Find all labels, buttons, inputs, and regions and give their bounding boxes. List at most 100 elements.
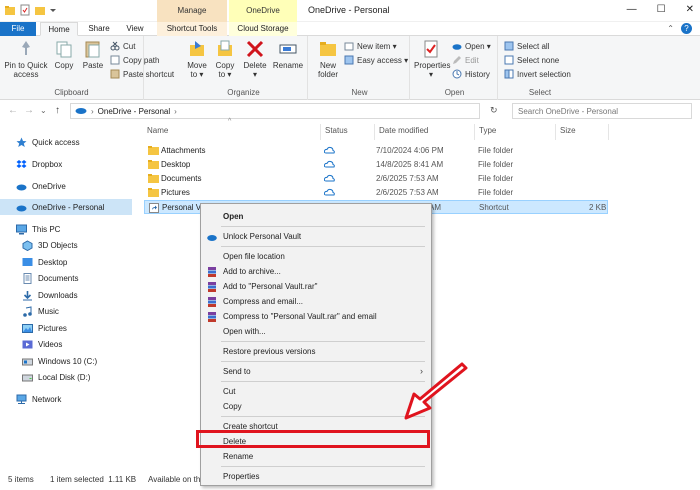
forward-button[interactable]: → [24, 105, 34, 116]
history-ribbon-button[interactable]: History [452, 69, 490, 79]
column-divider[interactable] [608, 124, 609, 140]
qat-dropdown-icon[interactable] [49, 4, 57, 16]
file-row[interactable]: Pictures 2/6/2025 7:53 AM File folder [144, 186, 608, 200]
minimize-button[interactable]: — [627, 4, 637, 15]
tab-file[interactable]: File [0, 22, 36, 36]
menu-item-compress-email[interactable]: Compress and email... [201, 294, 431, 309]
sidebar-item-drive-d[interactable]: Local Disk (D:) [0, 369, 132, 385]
sidebar-item-drive-c[interactable]: Windows 10 (C:) [0, 353, 132, 369]
properties-ribbon-button[interactable]: Properties ▾ [414, 39, 450, 79]
rename-button[interactable]: Rename [272, 39, 304, 70]
file-row[interactable]: Desktop 14/8/2025 8:41 AM File folder [144, 158, 608, 172]
sidebar-item-downloads[interactable]: Downloads [0, 287, 132, 303]
sidebar-item-documents[interactable]: Documents [0, 270, 132, 286]
tab-home[interactable]: Home [40, 22, 78, 36]
select-all-icon [504, 41, 514, 51]
column-divider[interactable] [374, 124, 375, 140]
sidebar-item-videos[interactable]: Videos [0, 336, 132, 352]
new-folder-quick-icon[interactable] [34, 4, 46, 16]
tab-view[interactable]: View [118, 22, 152, 36]
open-ribbon-button[interactable]: Open ▾ [452, 41, 491, 51]
properties-quick-icon[interactable] [19, 4, 31, 16]
sidebar-item-music[interactable]: Music [0, 303, 132, 319]
menu-item-properties[interactable]: Properties [201, 469, 431, 484]
new-item-button[interactable]: New item ▾ [344, 41, 397, 51]
menu-label: Copy [223, 402, 242, 411]
close-button[interactable]: ✕ [686, 4, 694, 15]
menu-item-compress-rar-email[interactable]: Compress to "Personal Vault.rar" and ema… [201, 309, 431, 324]
help-icon[interactable]: ? [681, 23, 692, 34]
sidebar-item-this-pc[interactable]: This PC [0, 221, 132, 237]
new-folder-button[interactable]: New folder [314, 39, 342, 79]
column-header-size[interactable]: Size [560, 126, 576, 135]
menu-item-add-to-archive[interactable]: Add to archive... [201, 264, 431, 279]
menu-item-open[interactable]: Open [201, 209, 431, 224]
invert-selection-button[interactable]: Invert selection [504, 69, 571, 79]
column-header-name[interactable]: Name [147, 126, 168, 135]
collapse-ribbon-icon[interactable]: ⌃ [667, 24, 674, 33]
menu-separator [221, 341, 425, 342]
copy-to-button[interactable]: Copy to ▾ [212, 39, 238, 79]
file-row[interactable]: Documents 2/6/2025 7:53 AM File folder [144, 172, 608, 186]
copy-path-button[interactable]: Copy path [110, 55, 159, 65]
menu-item-restore-versions[interactable]: Restore previous versions [201, 344, 431, 359]
menu-item-unlock-vault[interactable]: Unlock Personal Vault [201, 229, 431, 244]
open-group: Properties ▾ Open ▾ Edit History Open [412, 36, 498, 100]
sidebar-item-quick-access[interactable]: Quick access [0, 134, 132, 150]
move-to-button[interactable]: Move to ▾ [184, 39, 210, 79]
maximize-button[interactable]: ☐ [657, 4, 666, 15]
paste-shortcut-button[interactable]: Paste shortcut [110, 69, 174, 79]
availability-status: Available on thi [148, 475, 203, 484]
menu-item-rename[interactable]: Rename [201, 449, 431, 464]
column-divider[interactable] [474, 124, 475, 140]
column-divider[interactable] [555, 124, 556, 140]
easy-access-button[interactable]: Easy access ▾ [344, 55, 408, 65]
sidebar-item-network[interactable]: Network [0, 391, 132, 407]
sidebar-item-onedrive-personal[interactable]: OneDrive - Personal [0, 199, 132, 215]
column-header-status[interactable]: Status [325, 126, 348, 135]
menu-item-open-file-location[interactable]: Open file location [201, 249, 431, 264]
column-header-type[interactable]: Type [479, 126, 496, 135]
column-divider[interactable] [320, 124, 321, 140]
menu-item-open-with[interactable]: Open with... [201, 324, 431, 339]
menu-item-add-to-rar[interactable]: Add to "Personal Vault.rar" [201, 279, 431, 294]
file-row[interactable]: Attachments 7/10/2024 4:06 PM File folde… [144, 144, 608, 158]
cut-button[interactable]: Cut [110, 41, 135, 51]
copy-button[interactable]: Copy [50, 39, 78, 70]
menu-item-copy[interactable]: Copy [201, 399, 431, 414]
computer-icon [16, 224, 27, 235]
tab-cloud-storage[interactable]: Cloud Storage [229, 22, 297, 36]
select-all-button[interactable]: Select all [504, 41, 549, 51]
paste-icon [85, 41, 100, 58]
file-type: File folder [478, 174, 514, 183]
up-button[interactable]: ↑ [55, 105, 60, 116]
onedrive-personal-icon [16, 202, 27, 213]
back-button[interactable]: ← [8, 105, 18, 116]
address-box[interactable]: › OneDrive - Personal › [70, 103, 480, 119]
sidebar-item-dropbox[interactable]: Dropbox [0, 156, 132, 172]
paste-button[interactable]: Paste [80, 39, 106, 70]
pin-quick-access-button[interactable]: Pin to Quick access [4, 39, 48, 79]
menu-item-cut[interactable]: Cut [201, 384, 431, 399]
cloud-status-icon [323, 146, 335, 156]
menu-item-send-to[interactable]: Send to › [201, 364, 431, 379]
recent-locations-button[interactable]: ⌄ [40, 106, 47, 115]
sidebar-item-3d-objects[interactable]: 3D Objects [0, 237, 132, 253]
column-header-date[interactable]: Date modified [379, 126, 428, 135]
refresh-button[interactable]: ↻ [490, 105, 498, 116]
breadcrumb-separator-end: › [174, 106, 177, 116]
search-input[interactable]: Search OneDrive - Personal [512, 103, 692, 119]
onedrive-context-header: OneDrive [229, 0, 297, 22]
tab-share[interactable]: Share [82, 22, 116, 36]
sidebar-item-onedrive[interactable]: OneDrive [0, 178, 132, 194]
sidebar-item-desktop[interactable]: Desktop [0, 254, 132, 270]
tab-shortcut-tools[interactable]: Shortcut Tools [157, 22, 227, 36]
copy-path-icon [110, 55, 120, 65]
select-group-label: Select [528, 88, 552, 97]
breadcrumb-onedrive-personal[interactable]: OneDrive - Personal [98, 107, 170, 116]
edit-ribbon-button[interactable]: Edit [452, 55, 479, 65]
file-date: 2/6/2025 7:53 AM [376, 174, 439, 183]
delete-ribbon-button[interactable]: Delete ▾ [242, 39, 268, 79]
sidebar-item-pictures[interactable]: Pictures [0, 320, 132, 336]
select-none-button[interactable]: Select none [504, 55, 559, 65]
